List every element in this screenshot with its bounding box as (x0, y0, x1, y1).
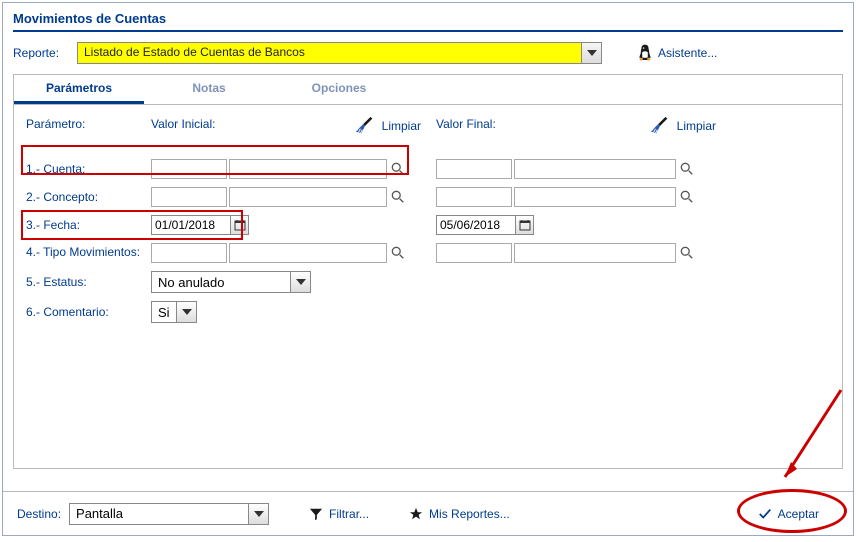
tipo-final-desc-input[interactable] (514, 243, 676, 263)
tipo-inicial-group (151, 243, 421, 263)
tipo-final-group (436, 243, 716, 263)
report-select[interactable]: Listado de Estado de Cuentas de Bancos (77, 42, 602, 64)
search-icon (391, 246, 405, 260)
bottom-bar: Destino: Filtrar... Mis Reportes... Acep… (3, 491, 853, 535)
aceptar-button[interactable]: Aceptar (758, 507, 819, 521)
limpiar-inicial-label: Limpiar (382, 119, 421, 133)
chevron-down-icon (587, 50, 597, 56)
fecha-final-input[interactable] (436, 215, 516, 235)
tab-parametros[interactable]: Parámetros (14, 75, 144, 104)
fecha-inicial-calendar-button[interactable] (231, 215, 249, 235)
fecha-inicial-group (151, 215, 421, 235)
movimientos-window: Movimientos de Cuentas Reporte: Listado … (2, 2, 854, 536)
mis-reportes-button[interactable]: Mis Reportes... (409, 507, 510, 521)
limpiar-inicial-button[interactable]: Limpiar (354, 115, 421, 137)
comentario-select[interactable] (151, 301, 421, 323)
search-icon (680, 162, 694, 176)
limpiar-final-label: Limpiar (677, 119, 716, 133)
concepto-inicial-desc-input[interactable] (229, 187, 387, 207)
concepto-final-search-button[interactable] (679, 189, 695, 205)
estatus-select[interactable] (151, 271, 421, 293)
comentario-dropdown-button[interactable] (177, 301, 197, 323)
param-comentario-label: 6.- Comentario: (26, 305, 151, 319)
tipo-final-code-input[interactable] (436, 243, 512, 263)
cuenta-inicial-search-button[interactable] (390, 161, 406, 177)
panel-body: Parámetro: Valor Inicial: Limpiar Valor … (14, 105, 842, 323)
title-divider (13, 30, 843, 32)
tabs: Parámetros Notas Opciones (14, 75, 842, 105)
window-title: Movimientos de Cuentas (13, 11, 843, 30)
assistant-button[interactable]: Asistente... (638, 44, 717, 62)
estatus-dropdown-button[interactable] (291, 271, 311, 293)
tipo-inicial-desc-input[interactable] (229, 243, 387, 263)
broom-icon (649, 115, 671, 137)
tab-opciones[interactable]: Opciones (274, 75, 404, 104)
report-label: Reporte: (13, 46, 69, 60)
cuenta-inicial-group (151, 159, 421, 179)
panel: Parámetros Notas Opciones Parámetro: Val… (13, 74, 843, 469)
search-icon (391, 190, 405, 204)
fecha-final-group (436, 215, 716, 235)
tipo-inicial-code-input[interactable] (151, 243, 227, 263)
comentario-value[interactable] (151, 301, 177, 323)
destino-dropdown-button[interactable] (249, 503, 269, 525)
report-row: Reporte: Listado de Estado de Cuentas de… (13, 42, 843, 64)
destino-label: Destino: (17, 507, 61, 521)
search-icon (680, 246, 694, 260)
mis-reportes-label: Mis Reportes... (429, 507, 510, 521)
aceptar-label: Aceptar (778, 507, 819, 521)
concepto-inicial-code-input[interactable] (151, 187, 227, 207)
fecha-final-calendar-button[interactable] (516, 215, 534, 235)
destino-value[interactable] (69, 503, 249, 525)
chevron-down-icon (182, 309, 192, 315)
star-icon (409, 507, 423, 521)
assistant-label: Asistente... (658, 46, 717, 60)
tipo-final-search-button[interactable] (679, 245, 695, 261)
fecha-inicial-input[interactable] (151, 215, 231, 235)
report-select-value: Listado de Estado de Cuentas de Bancos (77, 42, 582, 64)
funnel-icon (309, 507, 323, 521)
param-concepto-label: 2.- Concepto: (26, 190, 151, 204)
param-estatus-label: 5.- Estatus: (26, 275, 151, 289)
cuenta-final-group (436, 159, 716, 179)
tab-notas[interactable]: Notas (144, 75, 274, 104)
search-icon (391, 162, 405, 176)
concepto-inicial-search-button[interactable] (390, 189, 406, 205)
concepto-final-group (436, 187, 716, 207)
search-icon (680, 190, 694, 204)
header-valor-final-wrap: Valor Final: Limpiar (436, 115, 716, 137)
chevron-down-icon (254, 511, 264, 517)
chevron-down-icon (296, 279, 306, 285)
concepto-final-code-input[interactable] (436, 187, 512, 207)
concepto-inicial-group (151, 187, 421, 207)
param-cuenta-label: 1.- Cuenta: (26, 162, 151, 176)
estatus-value[interactable] (151, 271, 291, 293)
cuenta-final-desc-input[interactable] (514, 159, 676, 179)
cuenta-final-code-input[interactable] (436, 159, 512, 179)
destino-select[interactable] (69, 503, 269, 525)
filtrar-button[interactable]: Filtrar... (309, 507, 369, 521)
header-valor-inicial: Valor Inicial: (151, 117, 215, 135)
header-parametro: Parámetro: (26, 117, 151, 135)
cuenta-final-search-button[interactable] (679, 161, 695, 177)
header-valor-final: Valor Final: (436, 117, 496, 135)
cuenta-inicial-desc-input[interactable] (229, 159, 387, 179)
header-valor-inicial-wrap: Valor Inicial: Limpiar (151, 115, 421, 137)
param-tipo-label: 4.- Tipo Movimientos: (26, 246, 151, 259)
check-icon (758, 507, 772, 521)
broom-icon (354, 115, 376, 137)
tipo-inicial-search-button[interactable] (390, 245, 406, 261)
penguin-icon (638, 44, 652, 62)
limpiar-final-button[interactable]: Limpiar (649, 115, 716, 137)
param-fecha-label: 3.- Fecha: (26, 218, 151, 232)
report-select-dropdown-button[interactable] (582, 42, 602, 64)
cuenta-inicial-code-input[interactable] (151, 159, 227, 179)
concepto-final-desc-input[interactable] (514, 187, 676, 207)
filtrar-label: Filtrar... (329, 507, 369, 521)
calendar-icon (519, 219, 531, 231)
calendar-icon (234, 219, 246, 231)
